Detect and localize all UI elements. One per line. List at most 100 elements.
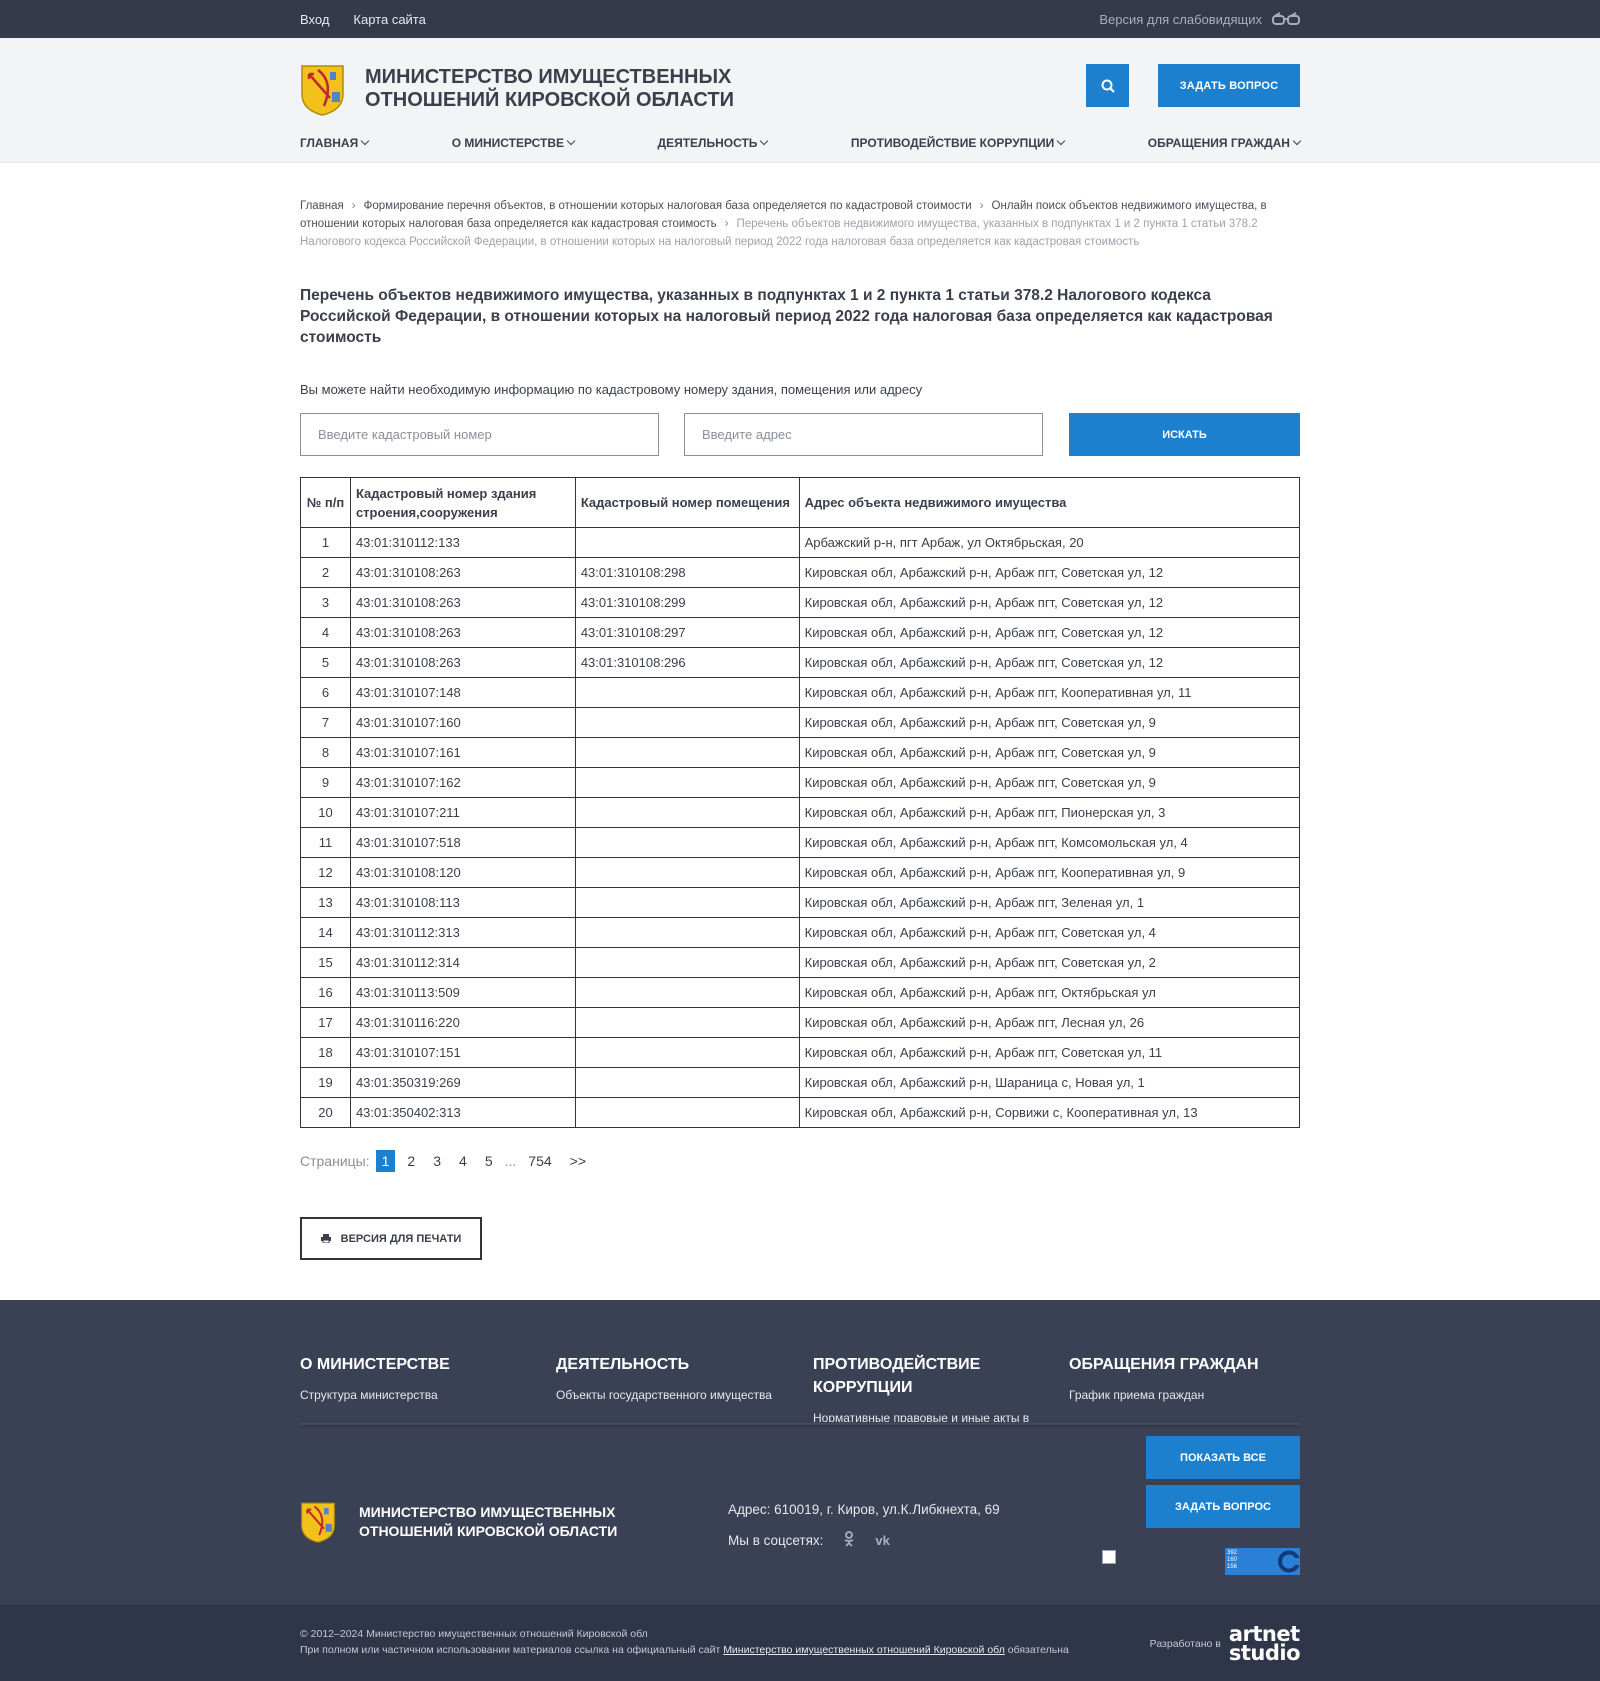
site-logo[interactable]: МИНИСТЕРСТВО ИМУЩЕСТВЕННЫХ ОТНОШЕНИЙ КИР… (300, 62, 845, 116)
chevron-down-icon (360, 136, 370, 146)
site-title: МИНИСТЕРСТВО ИМУЩЕСТВЕННЫХ ОТНОШЕНИЙ КИР… (365, 66, 734, 111)
cell-building-cadastral: 43:01:310107:211 (349, 797, 576, 828)
breadcrumb-separator-icon: › (351, 200, 356, 212)
cell-building-cadastral: 43:01:310107:148 (349, 677, 576, 708)
counter-values: 392 160 156 (1225, 1548, 1275, 1575)
site-footer: О МИНИСТЕРСТВЕ Структура министерства ДЕ… (0, 1300, 1600, 1605)
broken-image-icon (1102, 1550, 1116, 1564)
footer-column-title[interactable]: ПРОТИВОДЕЙСТВИЕ КОРРУПЦИИ (813, 1353, 1043, 1399)
cell-building-cadastral: 43:01:350402:313 (349, 1097, 576, 1128)
header-search-button[interactable] (1086, 64, 1129, 107)
footer-column-title[interactable]: ОБРАЩЕНИЯ ГРАЖДАН (1069, 1353, 1299, 1376)
footer-column-title[interactable]: О МИНИСТЕРСТВЕ (300, 1353, 530, 1376)
visit-counter[interactable]: 392 160 156 (1225, 1548, 1300, 1575)
show-all-button[interactable]: ПОКАЗАТЬ ВСЕ (1146, 1436, 1300, 1479)
breadcrumb-home[interactable]: Главная (300, 200, 344, 212)
breadcrumb-separator-icon: › (724, 218, 729, 230)
table-row: 4 43:01:310108:263 43:01:310108:297 Кировск… (300, 617, 1301, 648)
page-link-2[interactable]: 2 (401, 1150, 421, 1172)
cell-building-cadastral: 43:01:310108:263 (349, 557, 576, 588)
cell-room-cadastral (574, 797, 800, 828)
footer-social: Мы в соцсетях: vk (728, 1531, 890, 1550)
cell-number: 17 (300, 1007, 351, 1038)
top-bar: Вход Карта сайта Версия для слабовидящих (0, 0, 1600, 38)
page-link-last[interactable]: 754 (522, 1150, 557, 1172)
nav-item-appeals[interactable]: ОБРАЩЕНИЯ ГРАЖДАН (1147, 136, 1302, 150)
page-link-5[interactable]: 5 (479, 1150, 499, 1172)
cell-building-cadastral: 43:01:310108:120 (349, 857, 576, 888)
footer-link[interactable]: Структура министерства (300, 1388, 530, 1402)
footer-link[interactable]: Объекты государственного имущества (556, 1388, 786, 1402)
nav-item-label: ОБРАЩЕНИЯ ГРАЖДАН (1147, 136, 1290, 150)
main-nav: ГЛАВНАЯ О МИНИСТЕРСТВЕ ДЕЯТЕЛЬНОСТЬ ПРОТ… (300, 136, 1302, 150)
official-site-link[interactable]: Министерство имущественных отношений Кир… (723, 1644, 1005, 1656)
counter-value: 160 (1227, 1557, 1238, 1563)
vk-icon[interactable]: vk (875, 1533, 889, 1548)
cell-number: 8 (300, 737, 351, 768)
footer-site-title: МИНИСТЕРСТВО ИМУЩЕСТВЕННЫХ ОТНОШЕНИЙ КИР… (359, 1503, 618, 1539)
cell-building-cadastral: 43:01:310108:263 (349, 647, 576, 678)
footer-ask-question-button[interactable]: ЗАДАТЬ ВОПРОС (1146, 1485, 1300, 1528)
cell-room-cadastral (574, 1097, 800, 1128)
cell-room-cadastral (574, 1037, 800, 1068)
nav-item-home[interactable]: ГЛАВНАЯ (300, 136, 370, 150)
cadastral-number-input[interactable] (300, 413, 659, 456)
cell-room-cadastral (574, 857, 800, 888)
search-button[interactable]: ИСКАТЬ (1069, 413, 1300, 456)
vision-version-label: Версия для слабовидящих (1099, 11, 1262, 27)
developer-credit[interactable]: Разработано в artnet studio (1150, 1624, 1301, 1665)
nav-item-label: ГЛАВНАЯ (300, 136, 359, 150)
cell-building-cadastral: 43:01:310108:113 (349, 887, 576, 918)
cell-building-cadastral: 43:01:310108:263 (349, 617, 576, 648)
footer-column-title[interactable]: ДЕЯТЕЛЬНОСТЬ (556, 1353, 786, 1376)
print-version-button[interactable]: ВЕРСИЯ ДЛЯ ПЕЧАТИ (300, 1217, 482, 1260)
column-header-building-cadastral: Кадастровый номер здания строения,сооруж… (349, 477, 576, 528)
table-row: 11 43:01:310107:518 Кировская обл, Арбажск… (300, 827, 1301, 858)
footer-address: Адрес: 610019, г. Киров, ул.К.Либкнехта,… (728, 1502, 1000, 1517)
page-link-next[interactable]: >> (564, 1150, 592, 1172)
cell-room-cadastral (574, 947, 800, 978)
vision-version-link[interactable]: Версия для слабовидящих (1099, 12, 1300, 27)
cell-room-cadastral (574, 827, 800, 858)
table-row: 12 43:01:310108:120 Кировская обл, Арбажск… (300, 857, 1301, 888)
page-link-1[interactable]: 1 (375, 1150, 396, 1172)
nav-item-activity[interactable]: ДЕЯТЕЛЬНОСТЬ (658, 136, 769, 150)
studio-logo-line: studio (1228, 1641, 1301, 1665)
table-row: 6 43:01:310107:148 Кировская обл, Арбажски… (300, 677, 1301, 708)
search-hint: Вы можете найти необходимую информацию п… (300, 382, 923, 397)
cell-building-cadastral: 43:01:350319:269 (349, 1067, 576, 1098)
footer-logo[interactable]: МИНИСТЕРСТВО ИМУЩЕСТВЕННЫХ ОТНОШЕНИЙ КИР… (300, 1500, 699, 1543)
ask-question-button[interactable]: ЗАДАТЬ ВОПРОС (1158, 64, 1300, 107)
address-input[interactable] (684, 413, 1043, 456)
footer-link[interactable]: График приема граждан (1069, 1388, 1299, 1402)
page-link-3[interactable]: 3 (427, 1150, 447, 1172)
cell-building-cadastral: 43:01:310108:263 (349, 587, 576, 618)
bottom-bar: © 2012–2024 Министерство имущественных о… (0, 1605, 1600, 1681)
objects-table: № п/п Кадастровый номер здания строения,… (300, 477, 1301, 1128)
cell-address: Кировская обл, Арбажский р-н, Арбаж пгт,… (798, 707, 1301, 738)
sitemap-link[interactable]: Карта сайта (353, 12, 425, 27)
table-row: 1 43:01:310112:133 Арбажский р-н, пгт Арба… (300, 527, 1301, 558)
counter-value: 156 (1227, 1564, 1238, 1570)
page-link-4[interactable]: 4 (453, 1150, 473, 1172)
cell-address: Кировская обл, Арбажский р-н, Арбаж пгт,… (798, 587, 1301, 618)
cell-number: 5 (300, 647, 351, 678)
login-link[interactable]: Вход (300, 12, 329, 27)
printer-icon (320, 1234, 331, 1243)
cell-number: 16 (300, 977, 351, 1008)
coat-of-arms-icon (301, 65, 344, 116)
nav-item-label: ПРОТИВОДЕЙСТВИЕ КОРРУПЦИИ (850, 136, 1055, 150)
cell-address: Арбажский р-н, пгт Арбаж, ул Октябрьская… (798, 527, 1301, 558)
footer-link[interactable]: Нормативные правовые и иные акты в (813, 1411, 1043, 1422)
cell-number: 15 (300, 947, 351, 978)
cell-room-cadastral (574, 677, 800, 708)
cell-address: Кировская обл, Арбажский р-н, Арбаж пгт,… (798, 1007, 1301, 1038)
column-header-number: № п/п (300, 477, 351, 528)
nav-item-anticorruption[interactable]: ПРОТИВОДЕЙСТВИЕ КОРРУПЦИИ (850, 136, 1066, 150)
breadcrumb-item-cadastral-list[interactable]: Формирование перечня объектов, в отношен… (364, 200, 972, 212)
cell-room-cadastral (574, 1067, 800, 1098)
cell-building-cadastral: 43:01:310116:220 (349, 1007, 576, 1038)
copyright-notice: При полном или частичном использовании м… (300, 1642, 1069, 1658)
nav-item-about[interactable]: О МИНИСТЕРСТВЕ (452, 136, 576, 150)
ok-icon[interactable] (843, 1531, 855, 1550)
